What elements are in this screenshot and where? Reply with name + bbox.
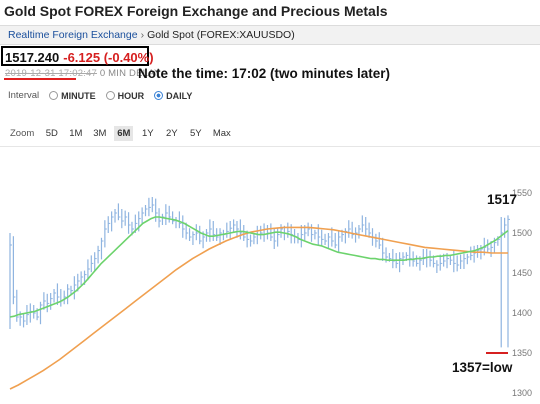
zoom-button-5d[interactable]: 5D (42, 126, 61, 141)
quote-change: -6.125 (-0.40%) (63, 50, 154, 65)
page-title: Gold Spot FOREX Foreign Exchange and Pre… (4, 3, 388, 19)
quote-box: 1517.240 -6.125 (-0.40%) (1, 46, 154, 66)
section-divider (0, 146, 540, 147)
zoom-label: Zoom (10, 128, 35, 139)
timestamp-underline (4, 78, 76, 80)
zoom-button-5y[interactable]: 5Y (186, 126, 205, 141)
quote-price: 1517.240 (5, 50, 60, 65)
zoom-button-1m[interactable]: 1M (66, 126, 85, 141)
interval-option-hour[interactable]: HOUR (105, 90, 145, 101)
radio-selected-icon (154, 91, 164, 100)
zoom-selector: Zoom 5D 1M 3M 6M 1Y 2Y 5Y Max (10, 126, 238, 141)
zoom-button-3m[interactable]: 3M (90, 126, 109, 141)
zoom-button-1y[interactable]: 1Y (138, 126, 157, 141)
y-tick-label: 1500 (512, 228, 532, 238)
interval-option-minute[interactable]: MINUTE (49, 91, 96, 101)
last-value-callout: 1517 (487, 192, 518, 207)
y-tick-label: 1450 (512, 268, 532, 278)
y-tick-label: 1350 (512, 348, 532, 358)
breadcrumb-link-realtime-fx[interactable]: Realtime Foreign Exchange (8, 29, 138, 41)
zoom-button-2y[interactable]: 2Y (162, 126, 181, 141)
low-value-callout: 1357=low (452, 360, 513, 375)
interval-option-label: DAILY (166, 90, 193, 101)
interval-option-label: MINUTE (61, 90, 96, 101)
interval-selector: Interval MINUTE HOUR DAILY (8, 90, 192, 101)
zoom-button-max[interactable]: Max (210, 126, 233, 141)
breadcrumb-separator: › (140, 29, 145, 41)
y-tick-label: 1400 (512, 308, 532, 318)
zoom-button-6m[interactable]: 6M (114, 126, 134, 141)
breadcrumb: Realtime Foreign Exchange › Gold Spot (FOR… (0, 25, 540, 45)
radio-icon (49, 91, 59, 100)
interval-label: Interval (8, 90, 40, 101)
y-tick-label: 1300 (512, 388, 532, 398)
interval-option-label: HOUR (117, 90, 145, 101)
long-moving-average-line (9, 226, 508, 390)
interval-option-daily[interactable]: DAILY (154, 91, 192, 101)
breadcrumb-current: Gold Spot (FOREX:XAUUSDO) (147, 29, 295, 41)
radio-icon (105, 91, 115, 100)
time-note-annotation: Note the time: 17:02 (two minutes later) (138, 66, 391, 81)
